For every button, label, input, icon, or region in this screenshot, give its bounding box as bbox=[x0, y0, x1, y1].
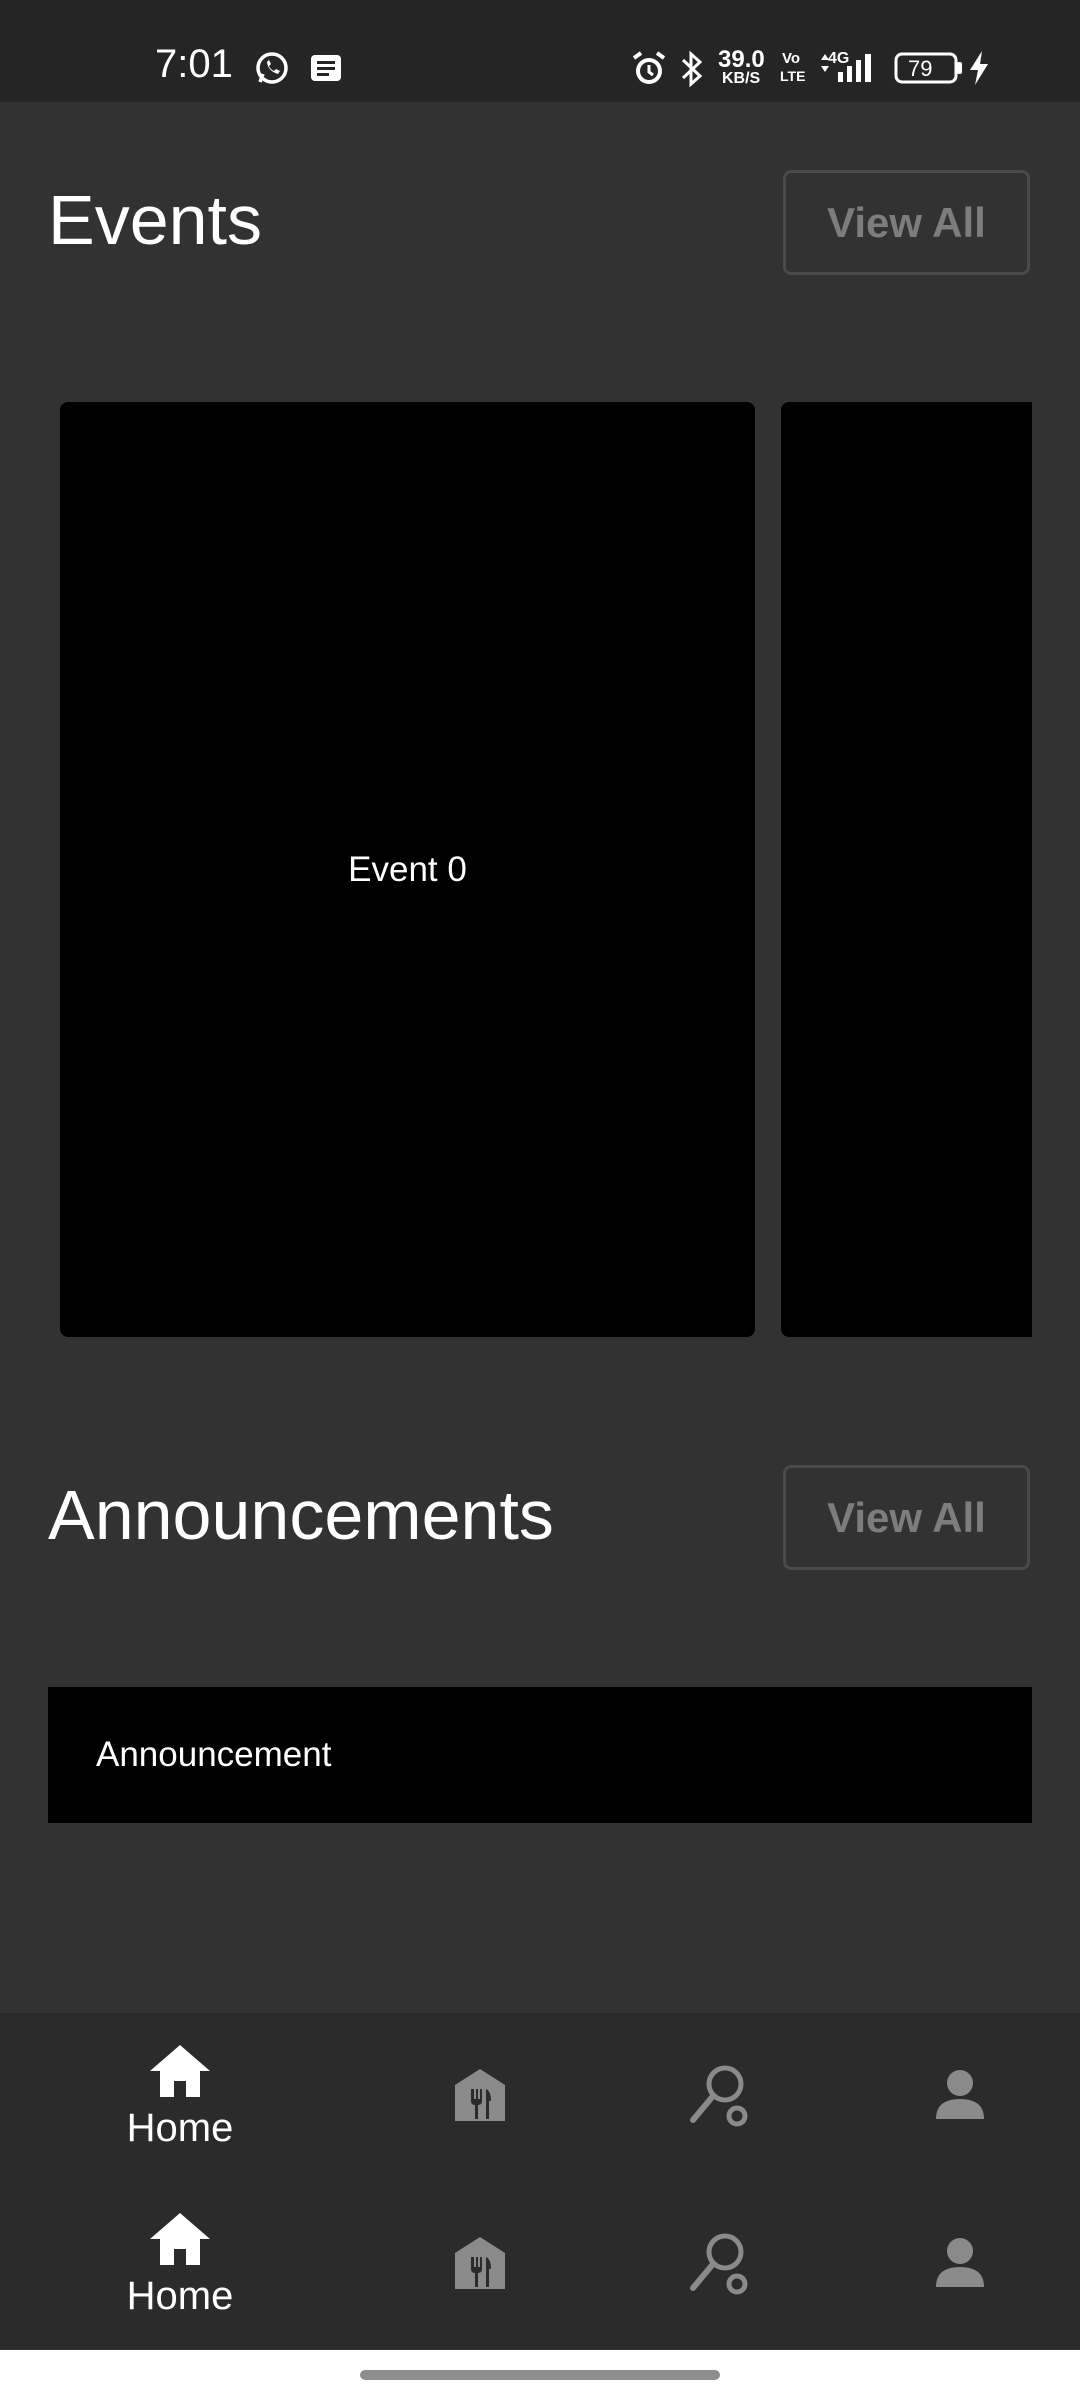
net-speed-unit: KB/S bbox=[722, 70, 761, 87]
events-view-all-button[interactable]: View All bbox=[783, 170, 1030, 275]
nav-item-dining[interactable] bbox=[380, 2181, 580, 2349]
restaurant-icon bbox=[453, 2067, 507, 2128]
volte-bottom: LTE bbox=[780, 68, 806, 84]
nav-item-home[interactable]: Home bbox=[80, 2181, 280, 2349]
events-title: Events bbox=[48, 181, 262, 259]
bottom-nav: Home bbox=[0, 2013, 1080, 2181]
status-bar: 7:01 39.0 KB/S Vo LTE 4G 79 bbox=[0, 0, 1080, 102]
racket-icon bbox=[687, 2062, 753, 2133]
bottom-nav-secondary: Home bbox=[0, 2181, 1080, 2349]
event-card[interactable]: Event 0 bbox=[60, 402, 755, 1337]
status-time: 7:01 bbox=[155, 42, 233, 86]
whatsapp-icon bbox=[254, 50, 290, 91]
nav-label-home: Home bbox=[126, 2274, 234, 2318]
battery-level: 79 bbox=[908, 56, 933, 81]
nav-label-home: Home bbox=[126, 2106, 234, 2150]
announcements-view-all-button[interactable]: View All bbox=[783, 1465, 1030, 1570]
nav-item-sports[interactable] bbox=[620, 2013, 820, 2181]
nav-item-sports[interactable] bbox=[620, 2181, 820, 2349]
nav-item-home[interactable]: Home bbox=[80, 2013, 280, 2181]
events-carousel[interactable]: Event 0 bbox=[0, 402, 1032, 1337]
event-card-label: Event 0 bbox=[348, 849, 467, 889]
gesture-handle[interactable] bbox=[360, 2370, 720, 2380]
nav-item-dining[interactable] bbox=[380, 2013, 580, 2181]
announcement-item[interactable]: Announcement bbox=[48, 1687, 1032, 1823]
volte-top: Vo bbox=[782, 50, 801, 67]
signal-icon bbox=[818, 50, 880, 89]
restaurant-icon bbox=[453, 2235, 507, 2296]
racket-icon bbox=[687, 2230, 753, 2301]
announcement-label: Announcement bbox=[96, 1735, 332, 1774]
home-icon bbox=[148, 2043, 212, 2104]
home-icon bbox=[148, 2211, 212, 2272]
nav-item-profile[interactable] bbox=[860, 2013, 1060, 2181]
gesture-area bbox=[0, 2350, 1080, 2400]
event-card[interactable] bbox=[781, 402, 1032, 1337]
message-icon bbox=[310, 54, 342, 87]
announcements-title: Announcements bbox=[48, 1476, 554, 1554]
nav-item-profile[interactable] bbox=[860, 2181, 1060, 2349]
person-icon bbox=[932, 2067, 988, 2128]
person-icon bbox=[932, 2235, 988, 2296]
bluetooth-icon bbox=[680, 50, 704, 93]
charging-icon bbox=[968, 50, 990, 91]
alarm-icon bbox=[630, 50, 668, 93]
